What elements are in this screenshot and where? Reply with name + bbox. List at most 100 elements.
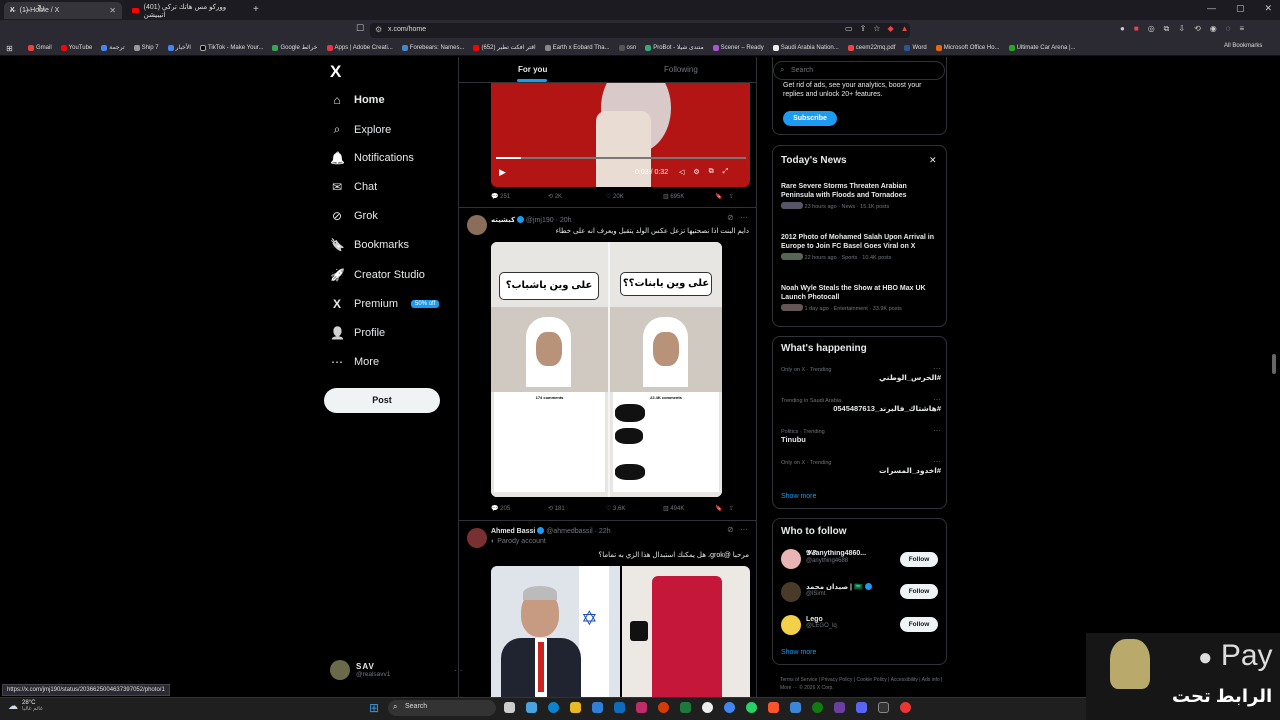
like-action[interactable]: ♡ 20K: [606, 193, 663, 200]
news-item[interactable]: Noah Wyle Steals the Show at HBO Max UK …: [781, 284, 941, 312]
bookmark-item[interactable]: ceem22mq.pdf: [847, 44, 895, 51]
share-icon[interactable]: ⇪: [729, 505, 734, 512]
bookmark-item[interactable]: TikTok - Make Your...: [199, 44, 263, 51]
share-icon[interactable]: ⇪: [729, 193, 734, 200]
whatsapp-icon[interactable]: [746, 702, 757, 713]
news-item[interactable]: Rare Severe Storms Threaten Arabian Peni…: [781, 182, 941, 210]
page-scrollbar[interactable]: [1272, 57, 1277, 697]
new-tab-button[interactable]: +: [253, 4, 259, 15]
more-dots-icon[interactable]: ···: [933, 395, 941, 404]
tweet-image[interactable]: على وين ياشباب؟ 174 comments على وين ياب…: [491, 242, 722, 497]
nav-notifications[interactable]: 🔔 Notifications: [330, 151, 414, 165]
brave-icon[interactable]: [768, 702, 779, 713]
shield-icon[interactable]: ◆: [887, 24, 893, 33]
pip-icon[interactable]: ⧉: [709, 168, 714, 176]
more-dots-icon[interactable]: ···: [740, 213, 748, 222]
tweet-time[interactable]: 22h: [599, 528, 611, 535]
site-info-icon[interactable]: ⚙: [375, 25, 382, 34]
bookmark-item[interactable]: Scener – Ready: [712, 44, 764, 51]
bookmark-item[interactable]: YouTube: [60, 44, 92, 51]
subscribe-button[interactable]: Subscribe: [783, 111, 837, 126]
settings-icon[interactable]: ⚙: [693, 168, 699, 176]
play-icon[interactable]: ▶: [499, 167, 506, 178]
follow-button[interactable]: Follow: [900, 617, 938, 632]
more-dots-icon[interactable]: ···: [933, 457, 941, 466]
close-icon[interactable]: ✕: [929, 155, 937, 166]
views-action[interactable]: ▥ 695K: [663, 193, 715, 200]
more-dots-icon[interactable]: ···: [933, 426, 941, 435]
bookmark-page-icon[interactable]: ☐: [356, 23, 364, 34]
trend-item[interactable]: Only on X · Trending #اخدود_المسرات ···: [781, 457, 941, 484]
puzzle-icon[interactable]: ⧉: [1164, 24, 1170, 34]
bookmark-item[interactable]: Earth x Eobard Tha...: [544, 44, 610, 51]
weather-widget[interactable]: ☁ 28°C غائم غالبا: [8, 700, 43, 712]
tab-following[interactable]: Following: [664, 65, 698, 74]
avatar[interactable]: [781, 549, 801, 569]
bookmark-item[interactable]: Apps | Adobe Creati...: [326, 44, 393, 51]
maximize-icon[interactable]: ▢: [1236, 3, 1245, 14]
extension-icon[interactable]: ◎: [1148, 24, 1155, 34]
tweet-author[interactable]: كبشيته: [491, 217, 515, 224]
bookmark-item[interactable]: ترجمة: [101, 44, 125, 51]
like-action[interactable]: ♡ 3.6K: [606, 505, 663, 512]
forward-icon[interactable]: →: [22, 4, 32, 15]
video-progress[interactable]: [496, 157, 746, 159]
apps-grid-icon[interactable]: ⊞: [6, 44, 13, 53]
account-switcher[interactable]: SAV @realsavv1 ···: [330, 660, 462, 680]
screen-icon[interactable]: ▭: [845, 24, 853, 33]
app-icon[interactable]: [834, 702, 845, 713]
volume-icon[interactable]: ◁: [679, 168, 684, 176]
windows-start-icon[interactable]: ⊞: [369, 701, 379, 715]
xbox-icon[interactable]: [812, 702, 823, 713]
follow-suggestion[interactable]: 𝓨𝓔anything4860... @anything4688: [806, 550, 891, 564]
reply-action[interactable]: 💬 205: [491, 505, 548, 512]
bookmark-item[interactable]: osn: [618, 44, 636, 51]
extension-icon[interactable]: ■: [1134, 24, 1139, 34]
more-dots-icon[interactable]: ···: [933, 364, 941, 373]
app-icon[interactable]: [702, 702, 713, 713]
news-item[interactable]: 2012 Photo of Mohamed Salah Upon Arrival…: [781, 233, 941, 261]
chrome-icon[interactable]: [724, 702, 735, 713]
follow-suggestion[interactable]: صيدان محمد | 🇸🇦 @lSimt: [806, 583, 896, 597]
nav-more[interactable]: ⋯ More: [330, 355, 379, 369]
avatar[interactable]: [781, 582, 801, 602]
close-icon[interactable]: ✕: [109, 6, 116, 15]
share-icon[interactable]: ⇪: [860, 24, 867, 33]
bookmark-icon[interactable]: 🔖: [715, 505, 729, 512]
nav-creator-studio[interactable]: 🚀 Creator Studio: [330, 268, 425, 282]
repost-action[interactable]: ⟲ 2K: [548, 193, 606, 200]
history-icon[interactable]: ⟲: [1194, 24, 1201, 34]
edge-icon[interactable]: [548, 702, 559, 713]
office-icon[interactable]: [658, 702, 669, 713]
nav-premium[interactable]: X Premium 50% off: [330, 297, 440, 311]
bookmark-item[interactable]: Microsoft Office Ho...: [935, 44, 1000, 51]
menu-icon[interactable]: ≡: [1240, 24, 1245, 34]
tab-for-you[interactable]: For you: [518, 65, 547, 74]
tweet-author[interactable]: Ahmed Bassi: [491, 528, 535, 535]
tab-youtube[interactable]: (401) ووركو مس هاتك ترکي اتيبيشن: [126, 2, 250, 19]
app-icon[interactable]: [900, 702, 911, 713]
nav-profile[interactable]: 👤 Profile: [330, 326, 385, 340]
nav-explore[interactable]: ⌕ Explore: [330, 122, 392, 137]
extension-icon[interactable]: ◉: [1210, 24, 1217, 34]
star-icon[interactable]: ☆: [873, 24, 880, 33]
downloads-icon[interactable]: ⇩: [1178, 24, 1185, 34]
bookmark-icon[interactable]: 🔖: [715, 193, 729, 200]
close-window-icon[interactable]: ✕: [1264, 3, 1272, 14]
onenote-icon[interactable]: [636, 702, 647, 713]
grok-icon[interactable]: ⊘: [727, 213, 734, 222]
bookmark-item[interactable]: Saudi Arabia Nation...: [772, 44, 839, 51]
minimize-icon[interactable]: —: [1207, 3, 1216, 14]
bookmark-item[interactable]: الأخبار: [167, 44, 191, 51]
views-action[interactable]: ▥ 494K: [663, 505, 715, 512]
nav-grok[interactable]: ⊘ Grok: [330, 209, 378, 223]
trend-item[interactable]: Only on X · Trending #الحرس_الوطني ···: [781, 364, 941, 391]
bookmark-item[interactable]: Gmail: [28, 44, 52, 51]
repost-action[interactable]: ⟲ 181: [548, 505, 606, 512]
show-more-link[interactable]: Show more: [781, 649, 816, 656]
copilot-icon[interactable]: [526, 702, 537, 713]
tweet-handle[interactable]: @jmj190: [526, 217, 554, 224]
more-dots-icon[interactable]: ···: [740, 525, 748, 534]
bookmark-item[interactable]: Ship 7: [133, 44, 159, 51]
nav-bookmarks[interactable]: 🔖 Bookmarks: [330, 238, 409, 252]
